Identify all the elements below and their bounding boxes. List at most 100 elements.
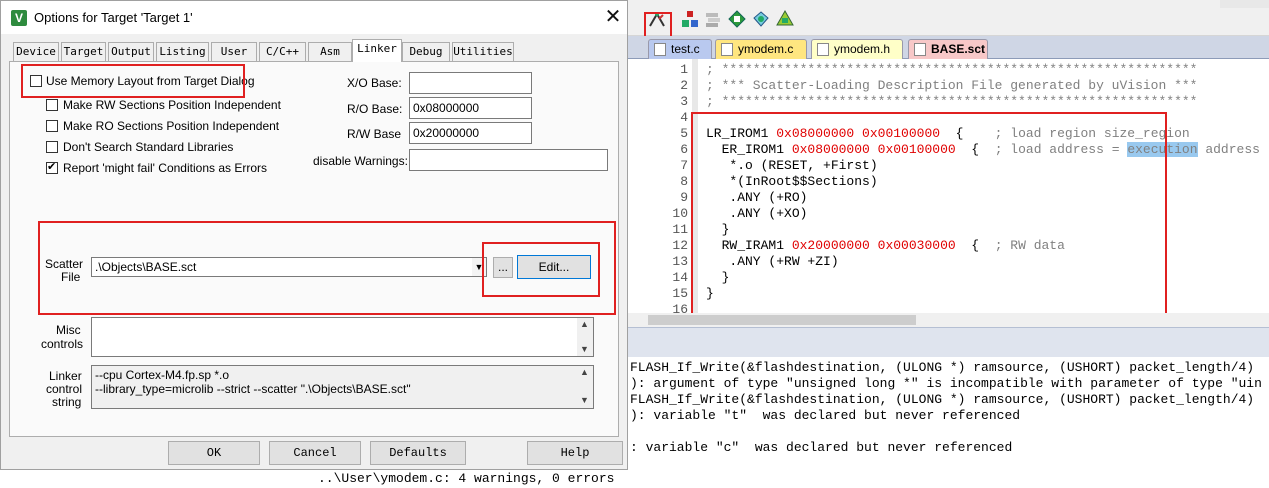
code-line-1: ; **************************************… (706, 62, 1198, 77)
code-line-5: LR_IROM1 0x08000000 0x00100000 { ; load … (706, 126, 1190, 141)
scatter-file-label: File (61, 270, 81, 284)
file-tab-base-sct[interactable]: BASE.sct (908, 39, 988, 59)
line-number: 5 (680, 126, 688, 141)
code-line-14: } (706, 270, 730, 285)
linker-scrollbar[interactable]: ▲ ▼ (577, 366, 593, 408)
tab-c-cpp[interactable]: C/C++ (259, 42, 306, 61)
output-line: ): variable "t" was declared but never r… (630, 408, 1021, 423)
dont-search-libraries-checkbox[interactable] (46, 141, 58, 153)
dialog-titlebar: V Options for Target 'Target 1' ✕ (1, 1, 627, 34)
pack-installer-icon[interactable] (752, 10, 770, 28)
manage-rte-icon[interactable] (728, 10, 746, 28)
use-memory-layout-checkbox[interactable] (30, 75, 42, 87)
line-number: 11 (672, 222, 688, 237)
line-number: 1 (680, 62, 688, 77)
line-number: 10 (672, 206, 688, 221)
edit-scatter-button[interactable]: Edit... (517, 255, 591, 279)
xo-base-input[interactable] (409, 72, 532, 94)
scatter-file-combobox[interactable]: .\Objects\BASE.sct ▼ (91, 257, 487, 277)
file-tab-label: BASE.sct (931, 42, 986, 56)
tab-output[interactable]: Output (108, 42, 154, 61)
tab-linker[interactable]: Linker (352, 39, 402, 62)
select-packs-icon[interactable] (704, 10, 722, 28)
tab-target[interactable]: Target (61, 42, 106, 61)
options-for-target-icon[interactable] (648, 10, 666, 28)
browse-button[interactable]: ... (493, 257, 513, 278)
line-number-gutter: 1 2 3 4 5 6 7 8 9 10 11 12 13 14 15 16 (628, 59, 692, 317)
build-summary: ..\User\ymodem.c: 4 warnings, 0 errors (318, 471, 615, 486)
c-file-icon (654, 43, 666, 56)
c-file-icon (721, 43, 733, 56)
tab-debug[interactable]: Debug (402, 42, 450, 61)
scatter-label: Scatter (45, 257, 84, 271)
rw-base-input[interactable]: 0x20000000 (409, 122, 532, 144)
code-line-12: RW_IRAM1 0x20000000 0x00030000 { ; RW da… (706, 238, 1065, 253)
build-summary-area: ..\User\ymodem.c: 4 warnings, 0 errors (314, 468, 628, 488)
gutter-margin (692, 59, 698, 313)
close-button[interactable]: ✕ (601, 6, 625, 30)
misc-controls-textarea[interactable] (91, 317, 594, 357)
line-number: 15 (672, 286, 688, 301)
misc-scrollbar[interactable]: ▲ ▼ (577, 318, 593, 356)
dont-search-libraries-label: Don't Search Standard Libraries (63, 140, 234, 154)
uvision-app-icon: V (11, 10, 27, 26)
disable-warnings-input[interactable] (409, 149, 608, 171)
output-line: ): argument of type "unsigned long *" is… (630, 376, 1262, 391)
help-button[interactable]: Help (527, 441, 623, 465)
chevron-down-icon[interactable]: ▼ (580, 395, 589, 405)
linker-label: Linker (49, 369, 82, 383)
line-number: 9 (680, 190, 688, 205)
output-line: : variable "c" was declared but never re… (630, 440, 1013, 455)
component-icon[interactable] (776, 9, 794, 28)
chevron-down-icon[interactable]: ▼ (472, 258, 486, 276)
tab-device[interactable]: Device (13, 42, 59, 61)
code-line-6: ER_IROM1 0x08000000 0x00100000 { ; load … (706, 142, 1260, 157)
build-output-panel: FLASH_If_Write(&flashdestination, (ULONG… (628, 357, 1269, 488)
make-rw-checkbox[interactable] (46, 99, 58, 111)
manage-project-icon[interactable] (681, 10, 699, 28)
ro-base-input[interactable]: 0x08000000 (409, 97, 532, 119)
window-splitter[interactable] (628, 327, 1269, 357)
disable-warnings-label: disable Warnings: (313, 154, 408, 168)
scrollbar-thumb[interactable] (648, 315, 916, 325)
toolbar-overflow (1220, 0, 1269, 8)
make-rw-label: Make RW Sections Position Independent (63, 98, 281, 112)
report-might-fail-label: Report 'might fail' Conditions as Errors (63, 161, 267, 175)
code-editor[interactable]: ; **************************************… (700, 59, 1269, 313)
line-number: 8 (680, 174, 688, 189)
ok-button[interactable]: OK (168, 441, 260, 465)
line-number: 13 (672, 254, 688, 269)
tab-utilities[interactable]: Utilities (452, 42, 514, 61)
chevron-down-icon[interactable]: ▼ (580, 344, 589, 354)
cancel-button[interactable]: Cancel (269, 441, 361, 465)
report-might-fail-checkbox[interactable] (46, 160, 58, 174)
file-tab-test-c[interactable]: test.c (648, 39, 712, 59)
code-line-8: *(InRoot$$Sections) (706, 174, 878, 189)
rw-base-label: R/W Base (347, 127, 402, 141)
file-tab-label: test.c (671, 42, 700, 56)
linker-string-line: --library_type=microlib --strict --scatt… (95, 382, 411, 396)
defaults-button[interactable]: Defaults (370, 441, 466, 465)
dialog-title: Options for Target 'Target 1' (34, 10, 193, 25)
tab-user[interactable]: User (211, 42, 257, 61)
chevron-up-icon[interactable]: ▲ (580, 367, 589, 377)
xo-base-label: X/O Base: (347, 76, 402, 90)
line-number: 4 (680, 110, 688, 125)
scatter-file-value: .\Objects\BASE.sct (95, 260, 197, 274)
misc-controls-label: controls (41, 337, 84, 351)
chevron-up-icon[interactable]: ▲ (580, 319, 589, 329)
selected-word: execution (1127, 142, 1198, 157)
line-number: 12 (672, 238, 688, 253)
line-number: 3 (680, 94, 688, 109)
line-number: 2 (680, 78, 688, 93)
line-number: 7 (680, 158, 688, 173)
code-line-2: ; *** Scatter-Loading Description File g… (706, 78, 1198, 93)
tab-asm[interactable]: Asm (308, 42, 352, 61)
file-tab-bar: test.c ymodem.c ymodem.h BASE.sct (628, 36, 1269, 59)
make-ro-label: Make RO Sections Position Independent (63, 119, 280, 133)
file-tab-ymodem-c[interactable]: ymodem.c (715, 39, 807, 59)
file-tab-ymodem-h[interactable]: ymodem.h (811, 39, 903, 59)
tab-listing[interactable]: Listing (156, 42, 209, 61)
make-ro-checkbox[interactable] (46, 120, 58, 132)
misc-label: Misc (56, 323, 81, 337)
